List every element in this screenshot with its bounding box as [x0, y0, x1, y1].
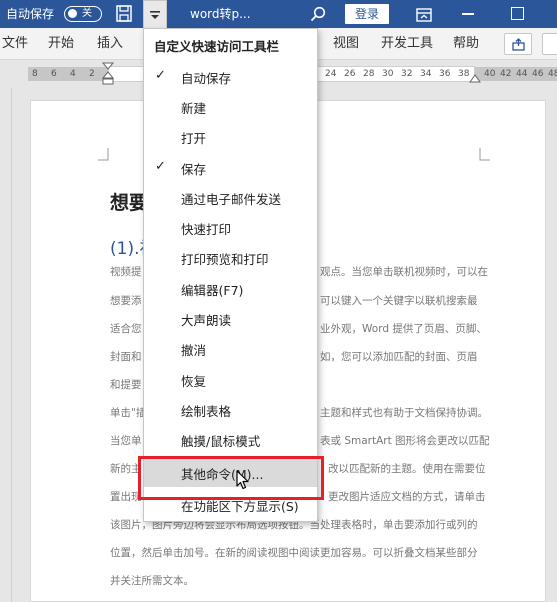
ruler-number: 26 — [344, 69, 356, 79]
menu-item-label: 大声朗读 — [181, 313, 232, 328]
minimize-icon[interactable] — [462, 13, 474, 15]
doc-line-left: 当您单 — [110, 435, 142, 447]
menu-title: 自定义快速访问工具栏 — [154, 39, 280, 54]
autosave-label: 自动保存 — [6, 7, 55, 21]
menu-item-label: 打印预览和打印 — [181, 252, 269, 267]
title-bar: 自动保存 关 word转p... 登录 — [0, 0, 557, 28]
checkmark-icon: ✓ — [155, 159, 166, 174]
ruler-number: 6 — [51, 69, 57, 79]
ruler-number: 32 — [401, 69, 413, 79]
tab-developer[interactable]: 开发工具 — [381, 28, 433, 60]
search-icon[interactable] — [310, 6, 326, 26]
doc-line-right: 业外观，Word 提供了页眉、页脚、 — [320, 323, 487, 335]
doc-line-left: 新的主 — [110, 463, 142, 475]
menu-item-touch-mouse-mode[interactable]: 触摸/鼠标模式 — [144, 424, 317, 454]
doc-line-left: 适合您 — [110, 323, 142, 335]
ruler-number: 46 — [532, 69, 544, 79]
autosave-toggle[interactable]: 关 — [64, 6, 102, 22]
toggle-label: 关 — [82, 8, 92, 19]
menu-item-label: 通过电子邮件发送 — [181, 192, 282, 207]
doc-line-right: 改以匹配新的主题。使用在需要位 — [328, 463, 486, 475]
tab-file[interactable]: 文件 — [2, 28, 28, 60]
doc-line-left: 置出现 — [110, 491, 142, 503]
menu-item-label: 触摸/鼠标模式 — [181, 434, 261, 449]
ruler-number: 28 — [363, 69, 375, 79]
ruler-number: 40 — [484, 69, 496, 79]
customize-qat-menu: 自定义快速访问工具栏 ✓ 自动保存 新建 打开 ✓ 保存 通过电子邮件发送 快速… — [143, 28, 318, 522]
tab-help[interactable]: 帮助 — [453, 28, 479, 60]
doc-line-left: 视频提 — [110, 266, 142, 278]
ruler-number: 42 — [500, 69, 512, 79]
doc-line-right: 更改图片适应文档的方式，请单击 — [328, 491, 486, 503]
document-title: word转p... — [190, 7, 251, 21]
customize-qat-dropdown-button[interactable] — [143, 0, 167, 28]
ribbon-display-options-icon[interactable] — [416, 7, 432, 26]
vertical-ruler — [0, 88, 12, 602]
doc-line-left: 单击"插 — [110, 407, 147, 419]
indent-marker-icon[interactable] — [102, 62, 114, 88]
doc-line-right: 如，您可以添加匹配的封面、页眉 — [320, 351, 478, 363]
ruler-number: 34 — [420, 69, 432, 79]
menu-item-label: 自动保存 — [181, 71, 232, 86]
maximize-icon[interactable] — [511, 7, 524, 20]
doc-line-right: 表或 SmartArt 图形将会更改以匹配 — [320, 435, 490, 447]
margin-corner-mark — [479, 148, 490, 161]
right-indent-marker-icon[interactable] — [469, 72, 481, 84]
doc-line-full: 并关注所需文本。 — [110, 575, 194, 587]
menu-item-redo[interactable]: 恢复 — [144, 364, 317, 394]
menu-item-label: 打开 — [181, 131, 207, 146]
tab-home[interactable]: 开始 — [48, 28, 74, 60]
toggle-knob — [68, 9, 77, 18]
doc-line-full: 位置，然后单击加号。在新的阅读视图中阅读更加容易。可以折叠文档某些部分 — [110, 547, 478, 559]
menu-item-label: 撤消 — [181, 343, 207, 358]
menu-item-label: 编辑器(F7) — [181, 283, 244, 298]
menu-item-quick-print[interactable]: 快速打印 — [144, 212, 317, 242]
ruler-number: 2 — [89, 69, 95, 79]
ruler-number: 4 — [70, 69, 76, 79]
menu-item-autosave[interactable]: ✓ 自动保存 — [144, 61, 317, 91]
ruler-number: 8 — [32, 69, 38, 79]
ruler-number: 36 — [439, 69, 451, 79]
ruler-number: 48 — [548, 69, 557, 79]
ruler-number: 30 — [382, 69, 394, 79]
tab-view[interactable]: 视图 — [333, 28, 359, 60]
mouse-pointer-icon — [236, 470, 249, 490]
doc-line-right: 主题和样式也有助于文档保持协调。 — [320, 407, 488, 419]
ruler-number: 44 — [516, 69, 528, 79]
checkmark-icon: ✓ — [155, 68, 166, 83]
tab-insert[interactable]: 插入 — [97, 28, 123, 60]
menu-item-undo[interactable]: 撤消 — [144, 333, 317, 363]
login-button[interactable]: 登录 — [345, 4, 389, 24]
menu-item-new[interactable]: 新建 — [144, 91, 317, 121]
doc-line-left: 和提要 — [110, 379, 142, 391]
menu-item-label: 新建 — [181, 101, 207, 116]
menu-item-read-aloud[interactable]: 大声朗读 — [144, 303, 317, 333]
ruler-number: 24 — [325, 69, 337, 79]
menu-item-email[interactable]: 通过电子邮件发送 — [144, 182, 317, 212]
doc-line-left: 想要添 — [110, 295, 142, 307]
share-button[interactable] — [504, 33, 532, 55]
menu-item-label: 绘制表格 — [181, 404, 232, 419]
menu-item-draw-table[interactable]: 绘制表格 — [144, 394, 317, 424]
comments-button[interactable] — [542, 33, 557, 55]
menu-item-open[interactable]: 打开 — [144, 121, 317, 151]
doc-line-left: 封面和 — [110, 351, 142, 363]
menu-item-label: 快速打印 — [181, 222, 232, 237]
menu-item-print-preview[interactable]: 打印预览和打印 — [144, 242, 317, 272]
menu-item-save[interactable]: ✓ 保存 — [144, 152, 317, 182]
save-icon[interactable] — [116, 5, 132, 26]
menu-item-label: 保存 — [181, 162, 207, 177]
doc-line-right: 观点。当您单击联机视频时，可以在 — [320, 266, 488, 278]
ruler-left-margin — [28, 67, 108, 81]
highlight-box — [138, 456, 324, 500]
doc-line-right: 可以键入一个关键字以联机搜索最 — [320, 295, 478, 307]
menu-item-label: 恢复 — [181, 374, 207, 389]
margin-corner-mark — [98, 148, 109, 161]
menu-item-editor[interactable]: 编辑器(F7) — [144, 273, 317, 303]
ruler-number: 38 — [458, 69, 470, 79]
